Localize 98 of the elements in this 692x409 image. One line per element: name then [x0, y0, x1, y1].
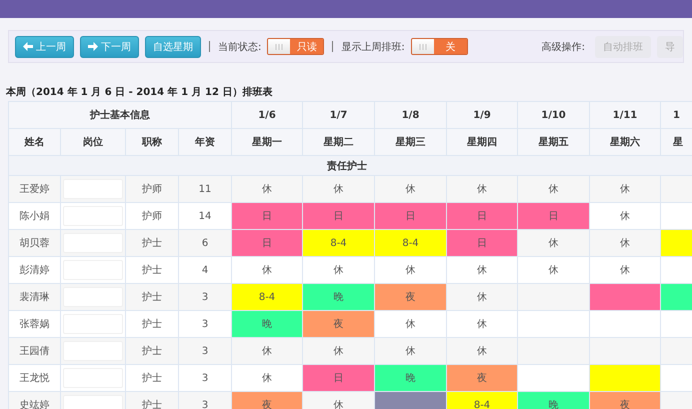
- shift-cell[interactable]: 休: [232, 338, 302, 364]
- column-header: 年资: [178, 128, 232, 156]
- shift-cell[interactable]: [518, 364, 590, 392]
- table-cell: 护士: [126, 338, 178, 364]
- shift-cell[interactable]: 休: [374, 310, 446, 338]
- table-cell: 护师: [126, 202, 178, 230]
- shift-cell[interactable]: [518, 284, 590, 310]
- grip-icon: [275, 42, 284, 50]
- shift-cell[interactable]: 休: [232, 176, 302, 202]
- toggle-label: 显示上周排班:: [341, 40, 405, 54]
- shift-cell[interactable]: 晚: [374, 364, 446, 392]
- shift-cell[interactable]: 休: [302, 338, 374, 364]
- shift-cell[interactable]: 休: [518, 230, 590, 256]
- table-cell: 裴清琳: [8, 284, 60, 310]
- shift-cell[interactable]: 夜: [232, 392, 302, 409]
- table-cell: 张蓉娲: [8, 310, 60, 338]
- shift-cell[interactable]: [518, 310, 590, 338]
- shift-cell[interactable]: 夜: [374, 284, 446, 310]
- shift-cell[interactable]: [590, 310, 660, 338]
- table-cell: 护士: [126, 284, 178, 310]
- shift-cell[interactable]: 休: [374, 256, 446, 284]
- arrow-left-icon: [23, 42, 33, 51]
- column-header: 1/7: [302, 102, 374, 128]
- shift-cell[interactable]: 夜: [590, 392, 660, 409]
- table-cell: 6: [178, 230, 232, 256]
- shift-cell[interactable]: [590, 364, 660, 392]
- shift-cell[interactable]: 晚: [518, 392, 590, 409]
- shift-cell[interactable]: 8-4: [374, 230, 446, 256]
- column-header: 星: [660, 128, 692, 156]
- shift-cell[interactable]: 休: [590, 176, 660, 202]
- table-cell: 护师: [126, 176, 178, 202]
- table-cell: 彭清婷: [8, 256, 60, 284]
- column-header: 1/10: [518, 102, 590, 128]
- shift-cell[interactable]: 8-4: [446, 392, 518, 409]
- table-cell: 护士: [126, 310, 178, 338]
- column-header: 星期一: [232, 128, 302, 156]
- table-cell: 护士: [126, 256, 178, 284]
- shift-cell[interactable]: 休: [446, 310, 518, 338]
- table-cell: 王园倩: [8, 338, 60, 364]
- table-cell: 胡贝蓉: [8, 230, 60, 256]
- column-header: 1/11: [590, 102, 660, 128]
- table-cell: 3: [178, 364, 232, 392]
- shift-cell[interactable]: 休: [518, 256, 590, 284]
- arrow-right-icon: [88, 42, 98, 51]
- table-cell: 护士: [126, 364, 178, 392]
- table-cell: 陈小娟: [8, 202, 60, 230]
- table-cell: 护士: [126, 230, 178, 256]
- table-cell: 王龙悦: [8, 364, 60, 392]
- toggle-label: 当前状态:: [218, 40, 262, 54]
- shift-cell[interactable]: [590, 338, 660, 364]
- shift-cell[interactable]: 休: [518, 176, 590, 202]
- column-header: 护士基本信息: [8, 102, 232, 128]
- shift-cell[interactable]: 休: [232, 256, 302, 284]
- column-header: 1/9: [446, 102, 518, 128]
- table-cell: 3: [178, 392, 232, 409]
- shift-cell[interactable]: [590, 284, 660, 310]
- column-header: 星期三: [374, 128, 446, 156]
- column-header: 姓名: [8, 128, 60, 156]
- shift-cell[interactable]: 休: [374, 176, 446, 202]
- shift-cell[interactable]: 夜: [446, 364, 518, 392]
- shift-cell[interactable]: 晚: [232, 310, 302, 338]
- group-row: 责任护士: [8, 156, 692, 176]
- shift-cell[interactable]: 休: [302, 392, 374, 409]
- shift-cell[interactable]: 夜: [302, 310, 374, 338]
- table-cell: 3: [178, 338, 232, 364]
- shift-cell[interactable]: 休: [446, 256, 518, 284]
- column-header: 1/8: [374, 102, 446, 128]
- table-cell: 王爱婷: [8, 176, 60, 202]
- shift-cell[interactable]: 晚: [302, 284, 374, 310]
- shift-cell[interactable]: 8-4: [302, 230, 374, 256]
- shift-cell[interactable]: 休: [232, 364, 302, 392]
- shift-cell[interactable]: 休: [302, 256, 374, 284]
- column-header: 1: [660, 102, 692, 128]
- shift-cell[interactable]: 8-4: [232, 284, 302, 310]
- column-header: 星期四: [446, 128, 518, 156]
- shift-cell[interactable]: 休: [302, 176, 374, 202]
- column-header: 星期二: [302, 128, 374, 156]
- schedule-title: 本周（2014 年 1 月 6 日 - 2014 年 1 月 12 日）排班表: [6, 86, 274, 99]
- advanced-label: 高级操作:: [542, 40, 585, 54]
- table-cell: 4: [178, 256, 232, 284]
- shift-cell[interactable]: 休: [374, 338, 446, 364]
- shift-cell[interactable]: 休: [446, 284, 518, 310]
- column-header: 星期六: [590, 128, 660, 156]
- shift-cell[interactable]: 休: [446, 338, 518, 364]
- column-header: 1/6: [232, 102, 302, 128]
- column-header: 职称: [126, 128, 178, 156]
- table-cell: 11: [178, 176, 232, 202]
- shift-cell[interactable]: 休: [590, 256, 660, 284]
- grip-icon: [418, 42, 427, 50]
- shift-cell[interactable]: 休: [590, 230, 660, 256]
- column-header: 星期五: [518, 128, 590, 156]
- table-cell: 3: [178, 310, 232, 338]
- table-cell: 14: [178, 202, 232, 230]
- shift-cell[interactable]: 休: [446, 176, 518, 202]
- table-cell: 3: [178, 284, 232, 310]
- shift-cell[interactable]: [518, 338, 590, 364]
- shift-cell[interactable]: 休: [590, 202, 660, 230]
- column-header: 岗位: [60, 128, 126, 156]
